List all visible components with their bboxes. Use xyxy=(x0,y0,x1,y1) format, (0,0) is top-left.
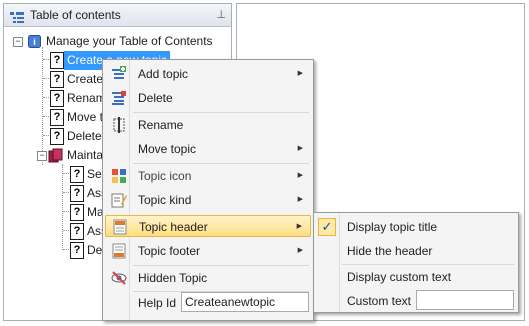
tree-subitem[interactable]: ? Sele xyxy=(4,165,111,184)
topic-header-submenu: ✓ Display topic title Hide the header Di… xyxy=(313,212,519,313)
custom-text-label: Custom text xyxy=(347,294,412,308)
submenu-item-hide-header[interactable]: Hide the header xyxy=(316,240,516,262)
topic-icon-icon xyxy=(111,168,127,184)
menu-item-topic-icon[interactable]: Topic icon ▶ xyxy=(105,165,311,187)
help-id-label: Help Id xyxy=(138,296,177,310)
rename-icon xyxy=(111,117,127,133)
topic-question-icon: ? xyxy=(70,242,84,259)
collapse-icon[interactable]: − xyxy=(37,151,47,161)
submenu-arrow-icon: ▶ xyxy=(297,145,303,152)
topic-kind-icon xyxy=(111,192,127,208)
topic-question-icon: ? xyxy=(70,166,84,183)
tree-subitem[interactable]: ? Defi xyxy=(4,241,108,260)
context-menu: Add topic ▶ Delete Rename Move topic ▶ T… xyxy=(102,59,314,321)
submenu-arrow-icon: ▶ xyxy=(297,247,303,254)
help-id-input[interactable] xyxy=(181,292,309,312)
hidden-eye-icon xyxy=(111,270,127,286)
menu-item-topic-kind[interactable]: Topic kind ▶ xyxy=(105,189,311,211)
tree-item[interactable]: ? Create a xyxy=(4,70,113,89)
delete-topic-icon xyxy=(111,90,127,106)
svg-text:i: i xyxy=(33,37,36,47)
submenu-item-display-topic-title[interactable]: ✓ Display topic title xyxy=(316,216,516,238)
tree-item[interactable]: ? Delete t xyxy=(4,127,108,146)
menu-item-topic-footer[interactable]: Topic footer ▶ xyxy=(105,240,311,262)
topic-footer-icon xyxy=(111,243,127,259)
toc-header: Table of contents ⊥ xyxy=(4,4,231,27)
topic-question-icon: ? xyxy=(50,128,64,145)
pin-icon[interactable]: ⊥ xyxy=(216,4,226,26)
collapse-icon[interactable]: − xyxy=(13,37,23,47)
tree-item[interactable]: ? Move to xyxy=(4,108,110,127)
tree-node-group[interactable]: − Maintain xyxy=(4,146,112,165)
tree-node-root[interactable]: − i Manage your Table of Contents xyxy=(4,32,233,51)
tree-subitem[interactable]: ? Assi xyxy=(4,184,110,203)
menu-item-move-topic[interactable]: Move topic ▶ xyxy=(105,138,311,160)
menu-item-add-topic[interactable]: Add topic ▶ xyxy=(105,63,311,85)
custom-text-input[interactable] xyxy=(416,290,514,310)
submenu-arrow-icon: ▶ xyxy=(297,172,303,179)
topic-question-icon: ? xyxy=(70,204,84,221)
tree-item[interactable]: ? Rename xyxy=(4,89,112,108)
menu-item-rename[interactable]: Rename xyxy=(105,114,311,136)
menu-item-topic-header[interactable]: Topic header ▶ xyxy=(105,215,311,237)
toc-list-icon xyxy=(10,9,24,31)
topic-question-icon: ? xyxy=(70,185,84,202)
tree-root-label: Manage your Table of Contents xyxy=(46,34,213,48)
tree-subitem[interactable]: ? Man xyxy=(4,203,110,222)
topic-question-icon: ? xyxy=(50,52,64,69)
topic-question-icon: ? xyxy=(50,109,64,126)
submenu-arrow-icon: ▶ xyxy=(297,196,303,203)
topic-question-icon: ? xyxy=(50,90,64,107)
submenu-arrow-icon: ▶ xyxy=(296,223,302,230)
topic-header-icon xyxy=(112,219,128,235)
topic-question-icon: ? xyxy=(70,223,84,240)
submenu-arrow-icon: ▶ xyxy=(297,70,303,77)
add-topic-icon xyxy=(111,66,127,82)
toc-title: Table of contents xyxy=(30,8,121,22)
tree-subitem[interactable]: ? Assi xyxy=(4,222,110,241)
menu-item-delete[interactable]: Delete xyxy=(105,87,311,109)
submenu-item-display-custom-text[interactable]: Display custom text xyxy=(316,266,516,288)
checkmark-icon: ✓ xyxy=(318,218,336,236)
menu-item-hidden-topic[interactable]: Hidden Topic xyxy=(105,267,311,289)
topic-question-icon: ? xyxy=(50,71,64,88)
